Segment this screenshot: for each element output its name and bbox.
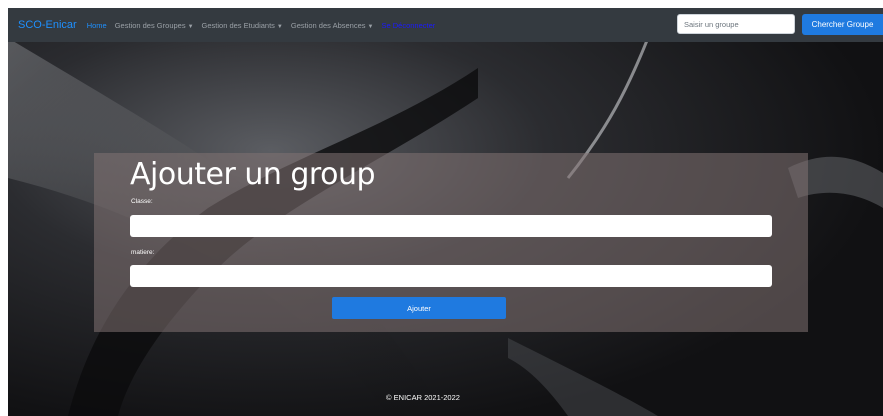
search-group-button[interactable]: Chercher Groupe [802,14,883,35]
nav-gestion-groupes-label: Gestion des Groupes [114,20,186,30]
add-group-form: Ajouter un group Classe: matiere: Ajoute… [94,153,808,332]
classe-input[interactable] [130,215,772,237]
footer-copyright: © ENICAR 2021-2022 [386,393,460,402]
nav-gestion-etudiants-label: Gestion des Etudiants [201,20,275,30]
nav-gestion-absences-label: Gestion des Absences [290,20,366,30]
caret-down-icon: ▼ [276,23,283,30]
nav-gestion-etudiants[interactable]: Gestion des Etudiants ▼ [202,21,283,30]
nav-home[interactable]: Home [87,21,107,30]
caret-down-icon: ▼ [187,23,194,30]
brand-logo[interactable]: SCO-Enicar [18,19,77,31]
add-button[interactable]: Ajouter [332,297,506,319]
app-window: SCO-Enicar Home Gestion des Groupes ▼ Ges… [8,8,883,416]
matiere-label: matiere: [131,249,155,256]
caret-down-icon: ▼ [367,23,374,30]
nav-gestion-groupes[interactable]: Gestion des Groupes ▼ [115,21,194,30]
nav-logout[interactable]: Se Déconnecter [381,21,435,30]
form-title: Ajouter un group [130,157,376,192]
classe-label: Classe: [131,198,153,205]
matiere-input[interactable] [130,265,772,287]
search-group-input[interactable] [677,14,795,34]
nav-gestion-absences[interactable]: Gestion des Absences ▼ [291,21,374,30]
